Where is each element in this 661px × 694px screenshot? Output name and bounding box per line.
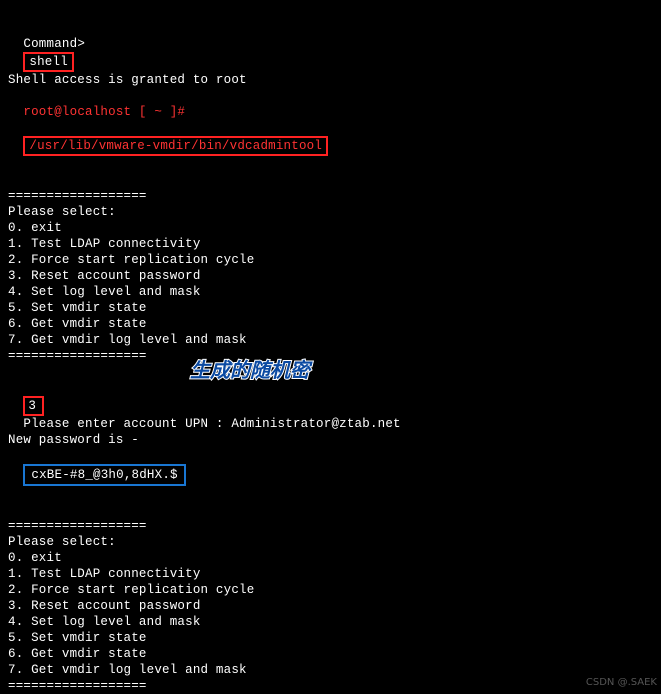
menu-item-7[interactable]: 7. Get vmdir log level and mask	[8, 332, 653, 348]
user-choice-line[interactable]: 3	[8, 380, 653, 416]
shell-command: /usr/lib/vmware-vmdir/bin/vdcadmintool	[23, 136, 328, 156]
separator: ==================	[8, 348, 653, 364]
newpwd-line: cxBE-#8_@3h0,8dHX.$	[8, 448, 653, 486]
menu-title: Please select:	[8, 534, 653, 550]
separator: ==================	[8, 678, 653, 694]
newpwd-label: New password is -	[8, 432, 653, 448]
blank	[8, 486, 653, 502]
menu-item-0[interactable]: 0. exit	[8, 550, 653, 566]
blank	[8, 502, 653, 518]
menu-title: Please select:	[8, 204, 653, 220]
menu-item-2[interactable]: 2. Force start replication cycle	[8, 582, 653, 598]
upn-line: Please enter account UPN : Administrator…	[8, 416, 653, 432]
menu-item-7[interactable]: 7. Get vmdir log level and mask	[8, 662, 653, 678]
watermark: CSDN @.SAEK	[586, 675, 657, 691]
command-line[interactable]: Command> shell	[8, 20, 653, 72]
menu-item-0[interactable]: 0. exit	[8, 220, 653, 236]
menu-item-4[interactable]: 4. Set log level and mask	[8, 614, 653, 630]
menu-item-1[interactable]: 1. Test LDAP connectivity	[8, 566, 653, 582]
command-entered: shell	[23, 52, 74, 72]
access-msg: Shell access is granted to root	[8, 72, 653, 88]
user-choice: 3	[23, 396, 44, 416]
menu-item-3[interactable]: 3. Reset account password	[8, 268, 653, 284]
blank	[8, 364, 653, 380]
menu-item-6[interactable]: 6. Get vmdir state	[8, 646, 653, 662]
menu-item-2[interactable]: 2. Force start replication cycle	[8, 252, 653, 268]
shell-prompt: root@localhost [ ~ ]#	[23, 105, 185, 119]
command-prompt: Command>	[23, 37, 85, 51]
menu-item-4[interactable]: 4. Set log level and mask	[8, 284, 653, 300]
blank	[8, 172, 653, 188]
header-line	[8, 4, 653, 20]
menu-item-1[interactable]: 1. Test LDAP connectivity	[8, 236, 653, 252]
menu-item-6[interactable]: 6. Get vmdir state	[8, 316, 653, 332]
separator: ==================	[8, 188, 653, 204]
menu-item-3[interactable]: 3. Reset account password	[8, 598, 653, 614]
menu-item-5[interactable]: 5. Set vmdir state	[8, 630, 653, 646]
shell-line[interactable]: root@localhost [ ~ ]# /usr/lib/vmware-vm…	[8, 88, 653, 156]
menu-item-5[interactable]: 5. Set vmdir state	[8, 300, 653, 316]
blank	[8, 156, 653, 172]
newpwd-value: cxBE-#8_@3h0,8dHX.$	[23, 464, 185, 486]
separator: ==================	[8, 518, 653, 534]
